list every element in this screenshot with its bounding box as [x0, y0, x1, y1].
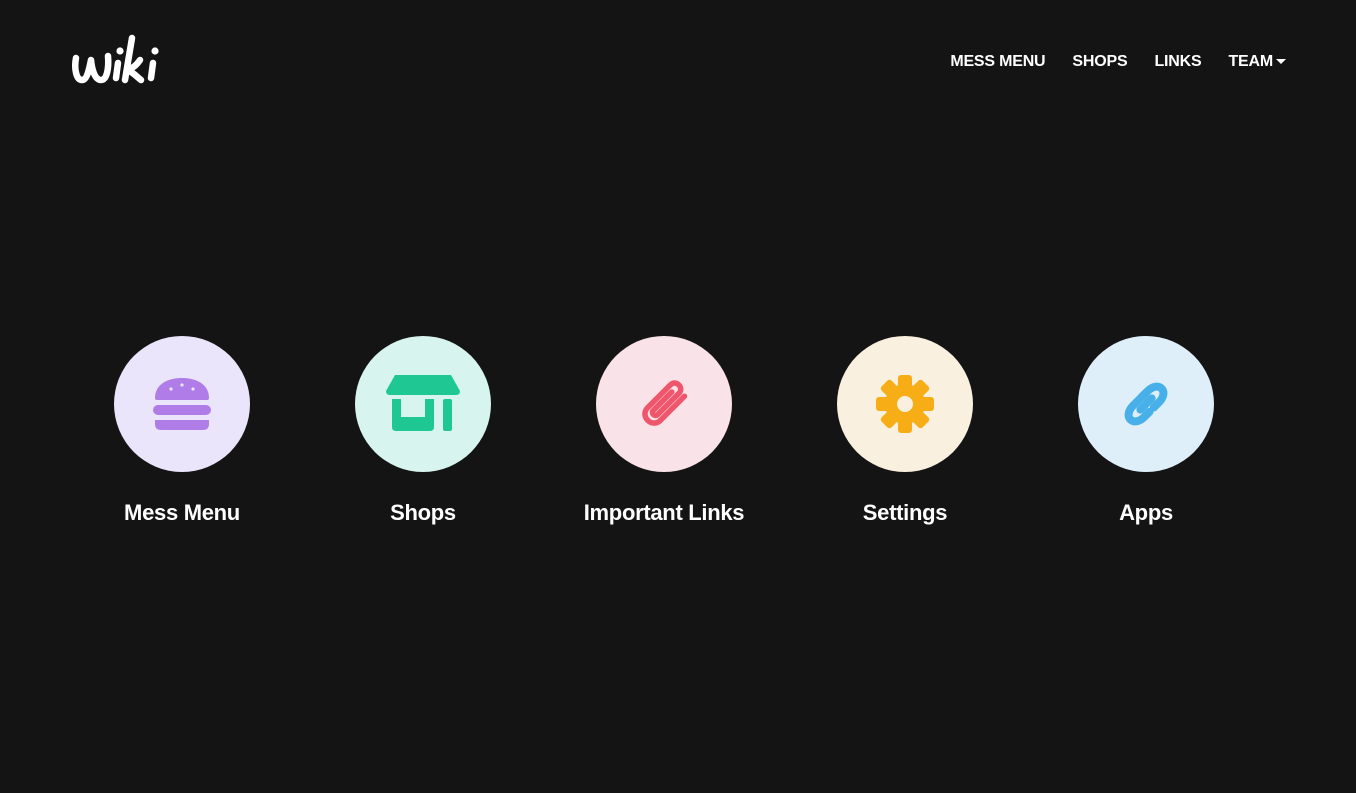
wiki-logo-wordmark: [72, 34, 159, 84]
page: MESS MENU SHOPS LINKS TEAM Mess Menu Sho…: [0, 0, 1356, 793]
tile-mess-menu[interactable]: Mess Menu: [62, 336, 302, 526]
wiki-logo[interactable]: [70, 30, 166, 92]
paperclip-icon: [634, 372, 694, 436]
tile-mess-menu-circle: [114, 336, 250, 472]
tile-settings-label: Settings: [862, 500, 948, 525]
feature-tiles: Mess Menu Shops Important Links Settings…: [0, 336, 1356, 536]
tile-important-links-circle: [596, 336, 732, 472]
nav-mess-menu-label: MESS MENU: [950, 53, 1046, 70]
tile-apps[interactable]: Apps: [1026, 336, 1266, 526]
tile-important-links[interactable]: Important Links: [544, 336, 784, 526]
tile-shops-label: Shops: [390, 500, 456, 525]
tile-apps-circle: [1078, 336, 1214, 472]
tile-apps-label: Apps: [1119, 500, 1173, 525]
tile-shops[interactable]: Shops: [303, 336, 543, 526]
nav-mess-menu[interactable]: MESS MENU: [950, 53, 1045, 71]
nav-links[interactable]: LINKS: [1154, 53, 1201, 71]
nav-team-dropdown[interactable]: TEAM: [1228, 53, 1286, 71]
caret-down-icon: [1276, 59, 1286, 64]
nav-team-label: TEAM: [1228, 53, 1273, 70]
burger-icon: [152, 376, 212, 432]
tile-settings[interactable]: Settings: [785, 336, 1025, 526]
tile-shops-circle: [355, 336, 491, 472]
store-icon: [385, 373, 461, 435]
main-nav: MESS MENU SHOPS LINKS TEAM: [950, 50, 1286, 74]
nav-shops-label: SHOPS: [1072, 53, 1128, 70]
link-icon: [1114, 372, 1178, 436]
nav-shops[interactable]: SHOPS: [1072, 53, 1127, 71]
tile-important-links-label: Important Links: [583, 500, 745, 525]
nav-links-label: LINKS: [1154, 53, 1202, 70]
tile-settings-circle: [837, 336, 973, 472]
tile-mess-menu-label: Mess Menu: [124, 500, 240, 525]
gear-icon: [876, 375, 934, 433]
